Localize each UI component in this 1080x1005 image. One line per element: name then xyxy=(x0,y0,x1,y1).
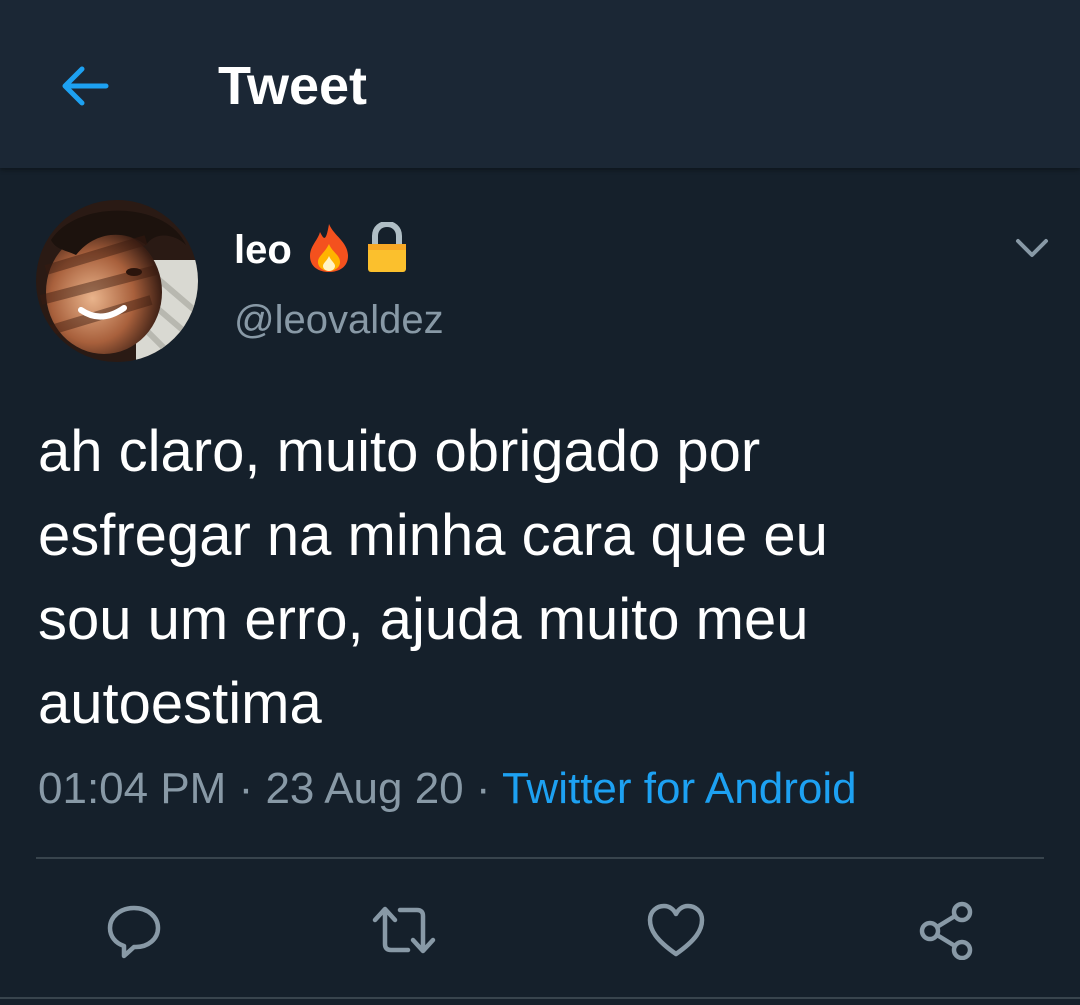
reply-icon xyxy=(107,905,161,959)
meta-separator: · xyxy=(226,764,266,813)
share-icon xyxy=(919,901,973,960)
avatar[interactable] xyxy=(36,200,198,362)
author-name-row[interactable]: leo xyxy=(234,220,408,280)
page-title: Tweet xyxy=(218,56,368,116)
retweet-button[interactable] xyxy=(364,890,444,970)
tweet-date: 23 Aug 20 xyxy=(265,764,464,813)
lock-icon xyxy=(366,220,408,279)
reply-button[interactable] xyxy=(94,890,174,970)
tweet-actions-bar xyxy=(0,890,1080,970)
bottom-divider xyxy=(0,997,1080,999)
tweet-options-button[interactable] xyxy=(1008,228,1056,268)
top-app-bar: Tweet xyxy=(0,0,1080,168)
chevron-down-icon xyxy=(1016,239,1048,257)
arrow-left-icon xyxy=(62,66,109,106)
like-icon xyxy=(647,903,705,957)
tweet-time: 01:04 PM xyxy=(38,764,227,813)
retweet-icon xyxy=(372,906,436,954)
fire-emoji-icon xyxy=(306,222,352,279)
meta-separator: · xyxy=(463,764,502,813)
back-button[interactable] xyxy=(56,58,112,114)
author-handle[interactable]: @leovaldez xyxy=(234,298,444,343)
avatar-photo xyxy=(36,200,198,362)
tweet-text: ah claro, muito obrigado por esfregar na… xyxy=(38,419,828,736)
tweet-source-link[interactable]: Twitter for Android xyxy=(502,764,857,813)
display-name: leo xyxy=(234,227,292,272)
divider xyxy=(36,857,1044,859)
share-button[interactable] xyxy=(906,890,986,970)
like-button[interactable] xyxy=(636,890,716,970)
tweet-meta: 01:04 PM · 23 Aug 20 · Twitter for Andro… xyxy=(38,764,857,814)
